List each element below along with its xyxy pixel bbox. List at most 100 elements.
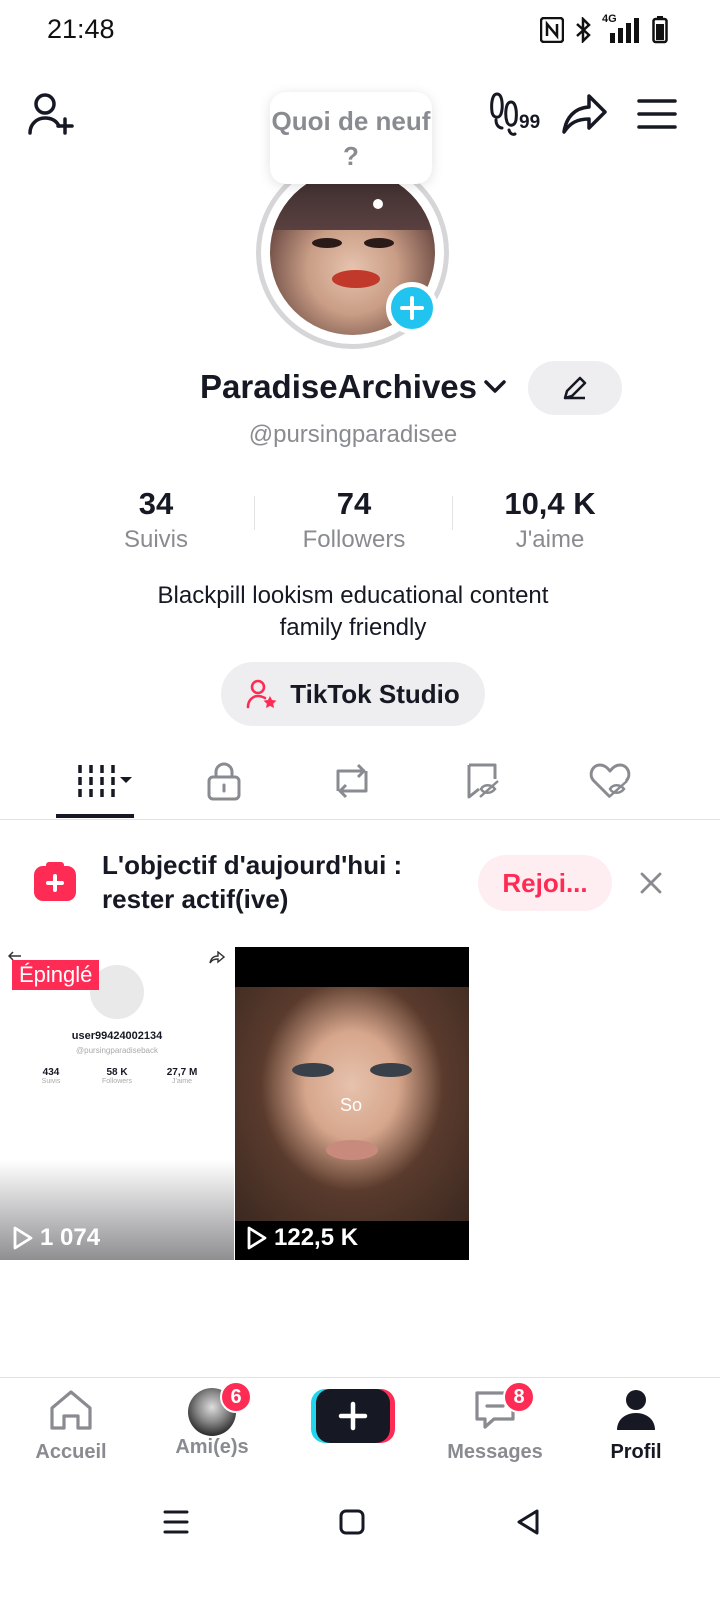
nav-messages[interactable]: Messages [425,1388,565,1464]
home-icon [50,1390,92,1430]
stat-label: J'aime [515,526,585,553]
play-icon [247,1226,267,1250]
nav-label: Ami(e)s [175,1436,249,1458]
mini-stat-value: 434 [42,1067,60,1078]
footprints-count: 99 [519,112,541,133]
stat-label: Followers [302,526,406,553]
nav-profile[interactable]: Profil [566,1388,706,1464]
nav-label: Profil [610,1441,662,1463]
bubble-dot [373,199,383,209]
person-plus-icon [28,93,74,135]
stat-value: 10,4 K [504,486,596,521]
status-time: 21:48 [47,14,115,44]
nav-label: Accueil [35,1441,107,1463]
footprints-button[interactable]: 99 [489,90,551,138]
profile-icon [617,1390,655,1430]
mini-username: user99424002134 [71,1030,163,1042]
mini-stat-value: 58 K [106,1067,128,1078]
join-goal-button[interactable]: Rejoi... [478,855,612,911]
mini-stat: 434 Suivis [21,1067,81,1085]
bookmark-eye-off-icon [467,763,499,799]
lock-icon [207,762,241,801]
add-friend-button[interactable] [25,88,77,140]
tiktok-studio-button[interactable]: TikTok Studio [221,662,485,726]
face-eye-right [370,1063,412,1077]
square-icon [339,1509,365,1535]
bio[interactable]: Blackpill lookism educational content fa… [0,580,706,644]
stat-likes[interactable]: 10,4 K J'aime [450,486,650,554]
menu-button[interactable] [631,88,683,140]
creator-star-icon [246,679,277,709]
tab-liked[interactable] [570,756,650,806]
video-caption: So [340,1095,363,1115]
battery-icon [652,16,668,44]
chevron-down-icon [484,380,506,393]
network-type: 4G [602,13,617,25]
share-profile-button[interactable] [559,88,611,140]
mini-stat-label: Followers [102,1078,132,1085]
heart-eye-off-icon [589,763,631,799]
view-count-value: 1 074 [40,1224,101,1251]
create-button[interactable] [311,1389,395,1443]
goal-line: rester actif(ive) [102,884,289,914]
nav-divider [0,1377,720,1378]
avatar-eye-right [364,238,394,248]
studio-label: TikTok Studio [290,678,460,709]
username: ParadiseArchives [200,368,478,405]
nav-home[interactable]: Accueil [1,1388,141,1464]
view-count: 122,5 K [246,1224,358,1252]
dismiss-goal-button[interactable] [630,862,672,904]
mini-share-icon [209,951,225,964]
close-icon [640,872,662,894]
pencil-icon [563,376,587,400]
hamburger-icon [637,99,677,129]
nfc-icon [540,17,564,43]
system-back-button[interactable] [508,1502,548,1542]
stat-followers[interactable]: 74 Followers [254,486,454,554]
face-eye-left [292,1063,334,1077]
status-icons: 4G [540,13,668,44]
mini-stat-label: J'aime [171,1078,192,1085]
bio-line: Blackpill lookism educational content [157,582,549,609]
goal-line: L'objectif d'aujourd'hui : [102,850,403,880]
avatar-eye-left [312,238,342,248]
create-plus-icon [311,1389,395,1443]
recents-icon [163,1510,189,1534]
calendar-plus-icon [34,862,76,901]
username-switcher[interactable]: ParadiseArchives [200,368,507,406]
face-lips [326,1140,378,1160]
edit-profile-button[interactable] [528,361,622,415]
mini-stat-value: 27,7 M [166,1067,198,1078]
nav-label: Messages [447,1441,543,1463]
tab-active-indicator [56,814,134,818]
bluetooth-icon [576,17,591,43]
tabs-divider [0,819,720,820]
tab-private[interactable] [184,756,264,806]
pinned-badge: Épinglé [12,960,100,990]
back-triangle-icon [517,1509,539,1535]
tab-videos[interactable] [60,756,140,806]
messages-badge: 8 [503,1381,535,1413]
mini-stat-label: Suivis [41,1078,61,1085]
whats-new-bubble[interactable]: Quoi de neuf ? [270,92,432,184]
repost-icon [336,763,368,799]
goal-text: L'objectif d'aujourd'hui : rester actif(… [102,848,462,916]
view-count: 1 074 [12,1224,100,1252]
friends-badge: 6 [220,1381,252,1413]
play-icon [13,1226,33,1250]
share-icon [562,94,607,134]
add-story-button[interactable] [386,282,438,334]
bio-line: family friendly [279,614,427,641]
stat-following[interactable]: 34 Suivis [56,486,256,554]
mini-stat: 58 K Followers [87,1067,147,1085]
tab-reposts[interactable] [312,756,392,806]
stat-value: 34 [138,486,174,521]
stat-label: Suivis [123,526,189,553]
user-handle: @pursingparadisee [248,421,458,448]
tab-favorites[interactable] [443,756,523,806]
mini-stat: 27,7 M J'aime [152,1067,212,1085]
system-recents-button[interactable] [156,1502,196,1542]
mini-handle: @pursingparadiseback [76,1046,158,1055]
system-home-button[interactable] [332,1502,372,1542]
nav-friends[interactable]: Ami(e)s [142,1388,282,1459]
